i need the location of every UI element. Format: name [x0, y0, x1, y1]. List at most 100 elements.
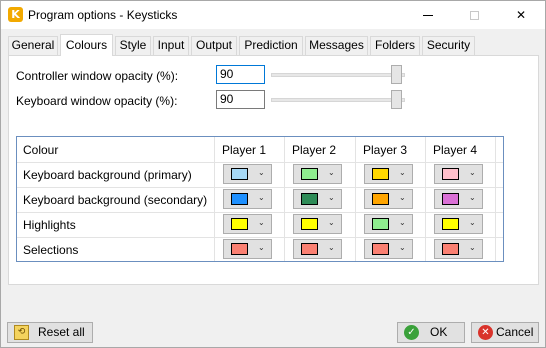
chevron-down-icon: ⌄: [258, 193, 265, 202]
colour-picker-highlights-player-3[interactable]: ⌄: [364, 214, 413, 234]
chevron-down-icon: ⌄: [469, 168, 476, 177]
colour-table: Colour Player 1 Player 2 Player 3 Player…: [16, 136, 504, 262]
chevron-down-icon: ⌄: [258, 168, 265, 177]
row-label-highlights: Highlights: [23, 218, 76, 232]
colour-swatch: [301, 193, 318, 205]
reset-all-label: Reset all: [38, 325, 85, 339]
minimize-button[interactable]: [405, 1, 451, 29]
title-bar: K Program options - Keysticks ✕: [1, 1, 545, 29]
keyboard-opacity-label: Keyboard window opacity (%):: [16, 94, 178, 108]
controller-opacity-slider-thumb[interactable]: [391, 65, 402, 84]
chevron-down-icon: ⌄: [328, 193, 335, 202]
colour-swatch: [231, 168, 248, 180]
colour-column-header: Colour: [23, 143, 59, 157]
colour-swatch: [372, 243, 389, 255]
tab-style[interactable]: Style: [115, 36, 151, 55]
player-1-column-header: Player 1: [222, 143, 267, 157]
tab-messages[interactable]: Messages: [305, 36, 368, 55]
controller-opacity-input[interactable]: 90: [216, 65, 265, 84]
maximize-button: [451, 1, 497, 29]
colour-picker-secondary-player-1[interactable]: ⌄: [223, 189, 272, 209]
chevron-down-icon: ⌄: [399, 168, 406, 177]
row-divider: [17, 212, 503, 213]
player-4-column-header: Player 4: [433, 143, 478, 157]
colour-table-header: Colour Player 1 Player 2 Player 3 Player…: [17, 137, 503, 162]
row-label-selections: Selections: [23, 243, 79, 257]
tab-security[interactable]: Security: [422, 36, 475, 55]
chevron-down-icon: ⌄: [469, 243, 476, 252]
colour-swatch: [301, 218, 318, 230]
keysticks-app-icon: K: [8, 7, 23, 22]
player-2-column-header: Player 2: [292, 143, 337, 157]
chevron-down-icon: ⌄: [399, 218, 406, 227]
keyboard-opacity-slider-track[interactable]: [271, 98, 405, 102]
row-divider: [17, 187, 503, 188]
chevron-down-icon: ⌄: [469, 218, 476, 227]
ok-button[interactable]: ✓ OK: [397, 322, 465, 343]
tab-colours[interactable]: Colours: [60, 34, 113, 56]
colour-swatch: [442, 218, 459, 230]
colour-picker-secondary-player-4[interactable]: ⌄: [434, 189, 483, 209]
tab-folders[interactable]: Folders: [370, 36, 420, 55]
colour-picker-primary-player-1[interactable]: ⌄: [223, 164, 272, 184]
colour-picker-secondary-player-3[interactable]: ⌄: [364, 189, 413, 209]
colour-swatch: [442, 168, 459, 180]
colour-swatch: [231, 218, 248, 230]
colour-swatch: [231, 193, 248, 205]
colour-swatch: [301, 243, 318, 255]
tab-general[interactable]: General: [8, 36, 58, 55]
colour-picker-selections-player-4[interactable]: ⌄: [434, 239, 483, 259]
colour-swatch: [231, 243, 248, 255]
player-3-column-header: Player 3: [363, 143, 408, 157]
colour-picker-primary-player-4[interactable]: ⌄: [434, 164, 483, 184]
maximize-icon: [469, 11, 479, 20]
row-label-keyboard-background-primary: Keyboard background (primary): [23, 168, 192, 182]
chevron-down-icon: ⌄: [469, 193, 476, 202]
colour-swatch: [372, 193, 389, 205]
row-divider: [17, 237, 503, 238]
chevron-down-icon: ⌄: [399, 193, 406, 202]
tab-input[interactable]: Input: [153, 36, 189, 55]
colour-swatch: [372, 218, 389, 230]
chevron-down-icon: ⌄: [399, 243, 406, 252]
close-icon: ✕: [515, 8, 527, 22]
close-button[interactable]: ✕: [498, 1, 544, 29]
checkmark-icon: ✓: [404, 325, 419, 340]
controller-opacity-label: Controller window opacity (%):: [16, 69, 179, 83]
reset-icon: ⟲: [14, 325, 29, 340]
tab-prediction[interactable]: Prediction: [239, 36, 303, 55]
minimize-icon: [423, 15, 433, 16]
cancel-icon: ✕: [478, 325, 493, 340]
window-title: Program options - Keysticks: [28, 8, 178, 22]
chevron-down-icon: ⌄: [328, 243, 335, 252]
row-label-keyboard-background-secondary: Keyboard background (secondary): [23, 193, 208, 207]
chevron-down-icon: ⌄: [328, 168, 335, 177]
colour-picker-selections-player-2[interactable]: ⌄: [293, 239, 342, 259]
colour-picker-secondary-player-2[interactable]: ⌄: [293, 189, 342, 209]
colour-swatch: [301, 168, 318, 180]
options-window: K Program options - Keysticks ✕ General …: [0, 0, 546, 348]
colour-swatch: [372, 168, 389, 180]
cancel-label: Cancel: [496, 325, 534, 339]
colour-picker-highlights-player-2[interactable]: ⌄: [293, 214, 342, 234]
colour-swatch: [442, 243, 459, 255]
row-divider: [17, 162, 503, 163]
keyboard-opacity-slider-thumb[interactable]: [391, 90, 402, 109]
cancel-button[interactable]: ✕ Cancel: [471, 322, 539, 343]
ok-label: OK: [430, 325, 448, 339]
colour-picker-primary-player-3[interactable]: ⌄: [364, 164, 413, 184]
colour-picker-selections-player-3[interactable]: ⌄: [364, 239, 413, 259]
colour-picker-selections-player-1[interactable]: ⌄: [223, 239, 272, 259]
chevron-down-icon: ⌄: [258, 243, 265, 252]
reset-all-button[interactable]: ⟲ Reset all: [7, 322, 93, 343]
controller-opacity-slider-track[interactable]: [271, 73, 405, 77]
chevron-down-icon: ⌄: [328, 218, 335, 227]
keyboard-opacity-input[interactable]: 90: [216, 90, 265, 109]
chevron-down-icon: ⌄: [258, 218, 265, 227]
colour-picker-highlights-player-1[interactable]: ⌄: [223, 214, 272, 234]
colour-picker-highlights-player-4[interactable]: ⌄: [434, 214, 483, 234]
tab-output[interactable]: Output: [191, 36, 237, 55]
colour-picker-primary-player-2[interactable]: ⌄: [293, 164, 342, 184]
colours-panel: Controller window opacity (%): 90 Keyboa…: [8, 55, 539, 285]
colour-swatch: [442, 193, 459, 205]
